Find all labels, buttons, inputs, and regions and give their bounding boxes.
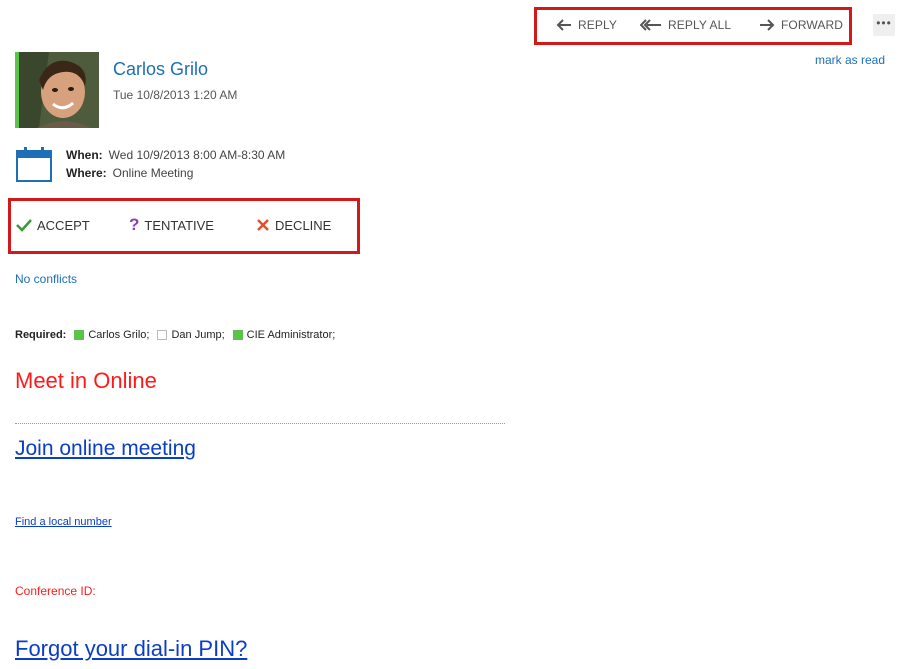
- reply-all-label: REPLY ALL: [668, 18, 732, 32]
- reply-button[interactable]: REPLY: [556, 15, 617, 35]
- attendee-name: CIE Administrator;: [246, 329, 336, 341]
- forward-arrow-icon: [760, 19, 775, 31]
- divider: [15, 423, 505, 424]
- presence-square-icon: [74, 330, 85, 340]
- presence-square-icon: [232, 330, 243, 340]
- decline-button[interactable]: DECLINE: [256, 215, 331, 235]
- attendee-name: Carlos Grilo;: [88, 329, 150, 341]
- attendee[interactable]: CIE Administrator;: [232, 329, 336, 341]
- meeting-title: Meet in Online: [15, 368, 157, 393]
- x-mark-icon: [257, 219, 269, 231]
- sender-photo: [19, 52, 99, 128]
- find-local-number-link[interactable]: Find a local number: [15, 516, 112, 528]
- sender-name[interactable]: Carlos Grilo: [113, 59, 208, 80]
- decline-label: DECLINE: [275, 217, 332, 233]
- sent-date: Tue 10/8/2013 1:20 AM: [113, 88, 238, 102]
- attendee[interactable]: Dan Jump;: [157, 329, 225, 341]
- accept-label: ACCEPT: [37, 217, 90, 233]
- avatar[interactable]: [19, 52, 99, 128]
- reply-label: REPLY: [578, 18, 617, 32]
- required-attendees: Required: Carlos Grilo; Dan Jump; CIE Ad…: [15, 329, 343, 341]
- tentative-button[interactable]: ? TENTATIVE: [129, 215, 214, 235]
- reply-all-button[interactable]: REPLY ALL: [640, 15, 731, 35]
- more-options-button[interactable]: •••: [873, 14, 895, 36]
- attendee[interactable]: Carlos Grilo;: [74, 329, 149, 341]
- where-row: Where: Online Meeting: [66, 166, 193, 180]
- reply-all-arrow-icon: [640, 19, 661, 31]
- join-meeting-link[interactable]: Join online meeting: [15, 437, 196, 461]
- reply-arrow-icon: [556, 19, 571, 31]
- required-label: Required:: [15, 329, 67, 341]
- conflicts-link[interactable]: No conflicts: [15, 272, 77, 286]
- when-value: Wed 10/9/2013 8:00 AM-8:30 AM: [108, 148, 286, 162]
- where-label: Where:: [66, 166, 107, 180]
- question-mark-icon: ?: [129, 215, 140, 234]
- calendar-icon: [15, 145, 53, 188]
- where-value: Online Meeting: [112, 166, 194, 180]
- forgot-pin-link[interactable]: Forgot your dial-in PIN?: [15, 636, 247, 662]
- attendee-name: Dan Jump;: [171, 329, 225, 341]
- when-row: When: Wed 10/9/2013 8:00 AM-8:30 AM: [66, 148, 285, 162]
- tentative-label: TENTATIVE: [144, 217, 214, 233]
- conference-id-label: Conference ID:: [15, 584, 96, 598]
- forward-button[interactable]: FORWARD: [759, 15, 843, 35]
- presence-square-icon: [157, 330, 168, 340]
- checkmark-icon: [16, 219, 32, 232]
- when-label: When:: [66, 148, 103, 162]
- forward-label: FORWARD: [781, 18, 844, 32]
- mark-as-read-link[interactable]: mark as read: [815, 53, 885, 67]
- accept-button[interactable]: ACCEPT: [16, 215, 90, 235]
